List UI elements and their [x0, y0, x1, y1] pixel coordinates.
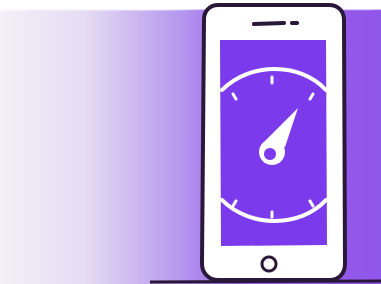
- phone-gauge-illustration: [0, 0, 381, 284]
- illustration-scene: [0, 0, 381, 284]
- speaker-slot-icon: [252, 21, 286, 26]
- home-button-icon: [260, 255, 278, 273]
- smartphone-icon: [200, 3, 347, 282]
